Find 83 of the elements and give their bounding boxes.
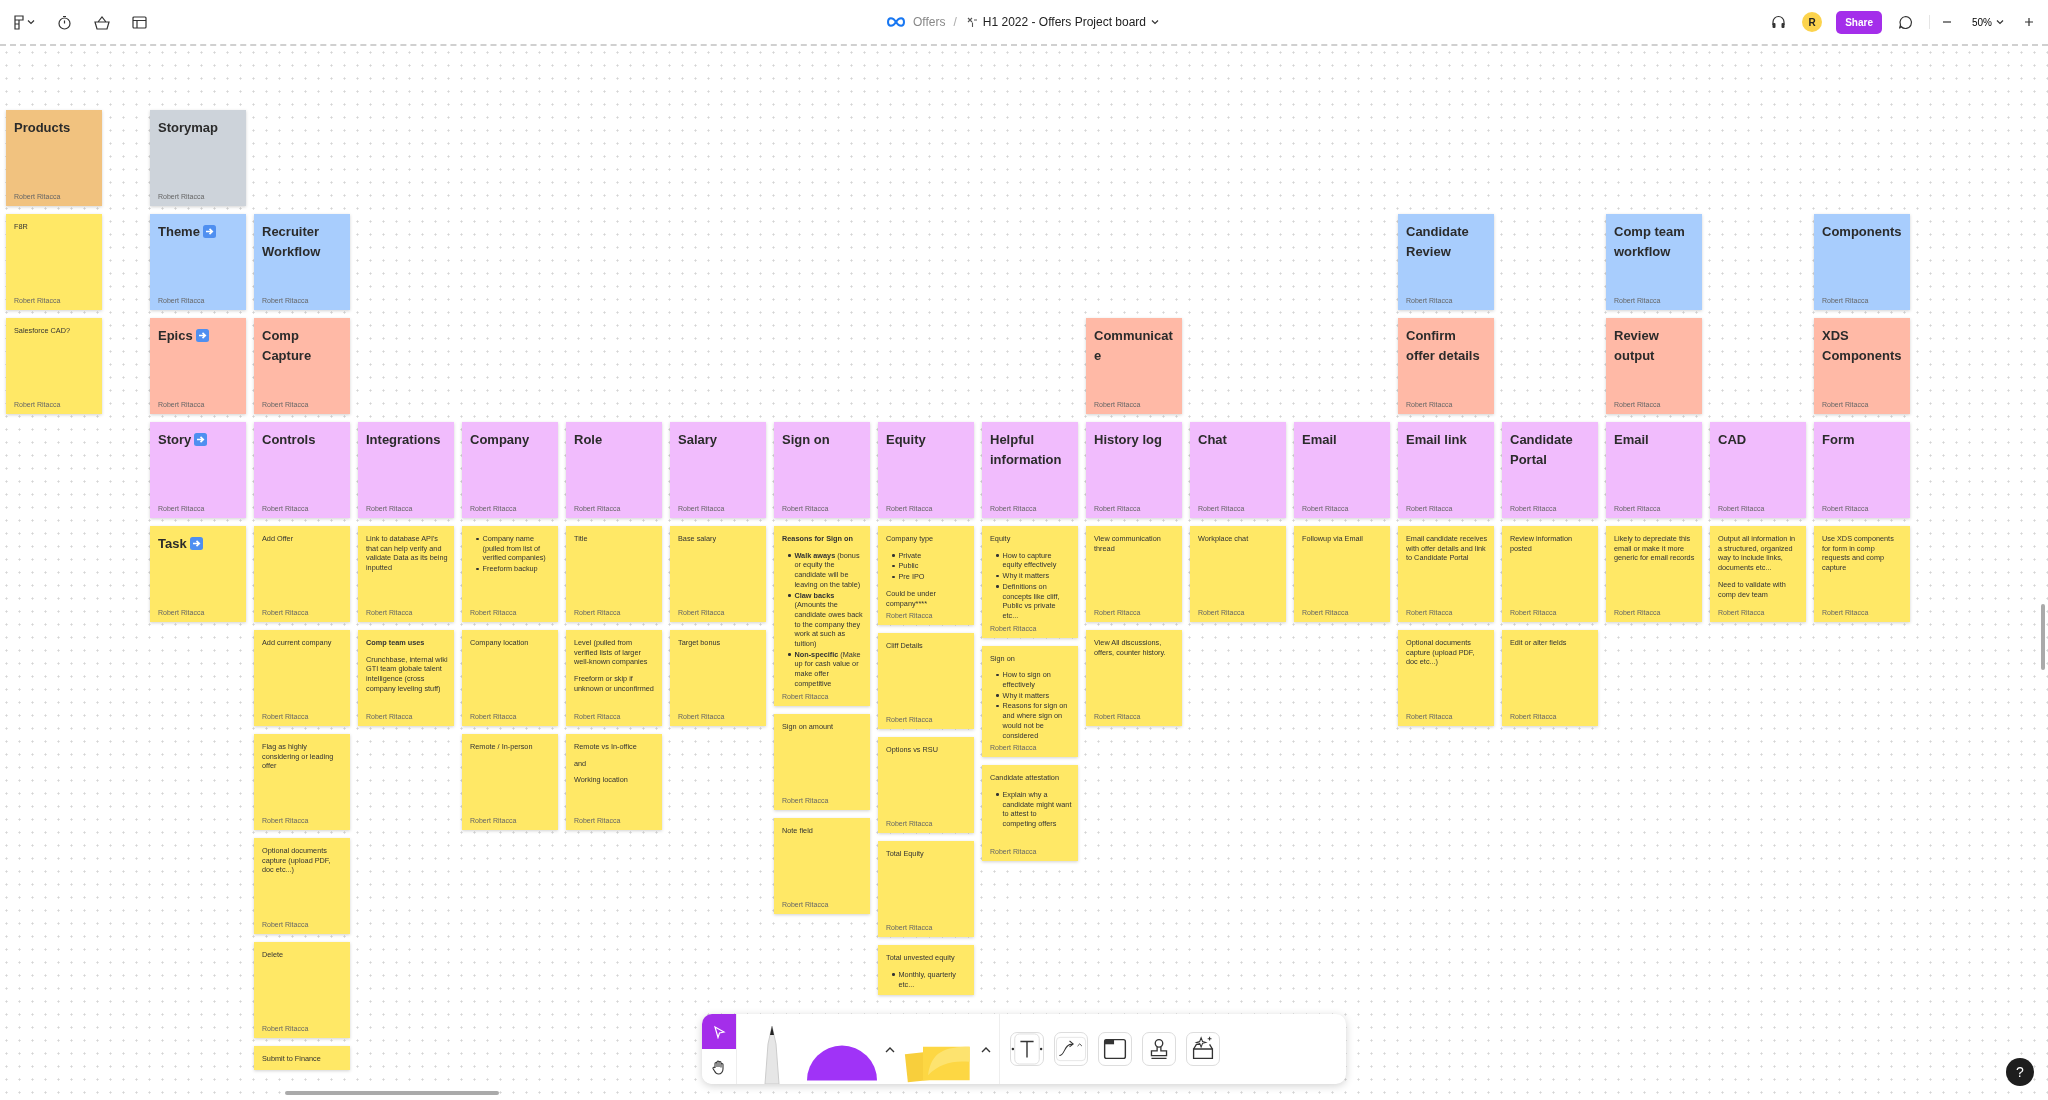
- sticky-title: CAD: [1718, 432, 1747, 447]
- board-icon: [966, 16, 978, 28]
- file-title-button[interactable]: H1 2022 - Offers Project board: [964, 13, 1161, 31]
- sticky-title: Email: [1302, 432, 1337, 447]
- bullet-icon: [892, 973, 895, 976]
- text-icon: [1011, 1032, 1043, 1066]
- sticky-title: Controls: [262, 432, 316, 447]
- infinity-logo-icon: [887, 17, 905, 27]
- sticky-title: Email link: [1406, 432, 1467, 447]
- bullet-icon: [996, 673, 999, 677]
- sticky-title: Task: [158, 536, 187, 551]
- main-menu-button[interactable]: [12, 12, 37, 32]
- sticky-title: Chat: [1198, 432, 1227, 447]
- chevron-up-icon: [981, 1045, 991, 1053]
- bullet-icon: [996, 585, 999, 588]
- caret-icon: [27, 19, 35, 25]
- bullet-icon: [892, 564, 895, 568]
- comment-icon: [1898, 14, 1913, 30]
- connector-tool-button[interactable]: [1054, 1032, 1088, 1066]
- sticky-title: Form: [1822, 432, 1855, 447]
- layers-button[interactable]: [130, 13, 149, 31]
- caret-icon: [1996, 19, 2004, 25]
- sticky-title: Salary: [678, 432, 718, 447]
- vertical-scrollbar[interactable]: [2041, 604, 2045, 670]
- headphones-icon: [1771, 15, 1787, 29]
- text-tool-button[interactable]: [1010, 1032, 1044, 1066]
- bullet-icon: [476, 537, 479, 540]
- sticky-title: Theme: [158, 224, 200, 239]
- zoom-in-button[interactable]: [2022, 15, 2036, 29]
- sticky-note[interactable]: [774, 526, 870, 706]
- sticky-title: Candidate Review: [1406, 224, 1469, 259]
- select-tool-button[interactable]: [702, 1014, 736, 1049]
- chevron-up-icon: [885, 1045, 895, 1053]
- sticky-title: Components: [1822, 224, 1902, 239]
- sticky-title: Equity: [886, 432, 926, 447]
- sticky-title: Review output: [1614, 328, 1659, 363]
- bullet-icon: [892, 554, 895, 557]
- sticky-title: History log: [1094, 432, 1162, 447]
- bullet-icon: [788, 594, 791, 597]
- sticky-title: Integrations: [366, 432, 441, 447]
- bullet-icon: [996, 793, 999, 796]
- bullet-icon: [788, 554, 791, 557]
- sticky-title: Storymap: [158, 120, 218, 135]
- layout-icon: [132, 15, 147, 29]
- hand-icon: [711, 1058, 727, 1075]
- bullet-icon: [996, 694, 999, 697]
- sticky-title: Comp Capture: [262, 328, 312, 363]
- caret-icon: [1151, 19, 1159, 25]
- sticky-title: Comp team workflow: [1614, 224, 1685, 259]
- bullet-icon: [996, 704, 999, 708]
- bullet-icon: [996, 554, 999, 557]
- sticky-title: Email: [1614, 432, 1649, 447]
- sticky-title: Products: [14, 120, 71, 135]
- sticky-title: XDS Components: [1822, 328, 1902, 363]
- timer-icon: [57, 14, 72, 30]
- zoom-level-dropdown[interactable]: 50%: [1966, 15, 2010, 29]
- sticky-title: Confirm offer details: [1406, 328, 1480, 363]
- project-link[interactable]: Offers: [913, 15, 946, 29]
- bullet-icon: [996, 574, 999, 578]
- sticky-title: Helpful information: [990, 432, 1062, 467]
- logo-icon: [14, 14, 24, 30]
- path-separator: /: [953, 15, 957, 29]
- sticky-title: Company: [470, 432, 530, 447]
- bullet-icon: [476, 567, 479, 571]
- hand-tool-button[interactable]: [702, 1049, 736, 1084]
- sticky-title: Sign on: [782, 432, 830, 447]
- sticky-title: Recruiter Workflow: [262, 224, 321, 259]
- bullet-icon: [788, 653, 791, 656]
- section-tool-button[interactable]: [1098, 1032, 1132, 1066]
- sticky-title: Communicate: [1094, 328, 1173, 363]
- sticky-title: Story: [158, 432, 192, 447]
- share-button[interactable]: Share: [1836, 10, 1882, 34]
- sticky-title: Epics: [158, 328, 193, 343]
- bullet-icon: [892, 575, 895, 579]
- horizontal-scrollbar[interactable]: [285, 1091, 499, 1095]
- plus-icon: [2024, 17, 2034, 27]
- sticky-title: Role: [574, 432, 603, 447]
- sticky-title: Candidate Portal: [1510, 432, 1573, 467]
- stamp-tool-button[interactable]: [1142, 1032, 1176, 1066]
- cursor-icon: [712, 1024, 726, 1039]
- basket-icon: [94, 14, 110, 30]
- widget-tool-button[interactable]: [1186, 1032, 1220, 1066]
- user-avatar[interactable]: R: [1802, 12, 1823, 32]
